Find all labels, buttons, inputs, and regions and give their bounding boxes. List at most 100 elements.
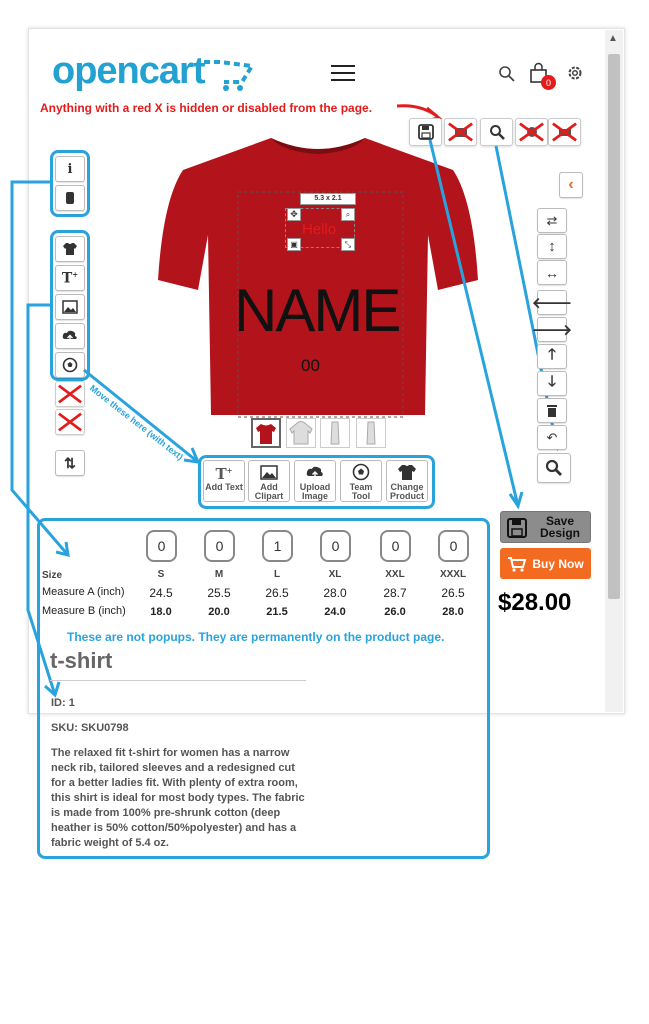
info-icon: i xyxy=(67,161,73,177)
measure-a-l: 26.5 xyxy=(265,586,289,600)
add-text-tool[interactable]: T+ Add Text xyxy=(203,460,245,502)
hidden-left-button-2 xyxy=(55,409,85,435)
stretch-horizontal-button[interactable]: ↔ xyxy=(537,260,567,285)
product-button[interactable] xyxy=(55,236,85,262)
tshirt-icon xyxy=(63,243,77,255)
magnifier-icon xyxy=(545,459,562,476)
change-product-label: Change Product xyxy=(389,482,424,501)
text-icon: T+ xyxy=(61,269,79,287)
arrow-down-icon: 🡓 xyxy=(548,373,556,390)
magnifier-icon xyxy=(489,125,505,140)
upload-icon xyxy=(62,330,77,342)
move-down-button[interactable]: 🡓 xyxy=(537,371,567,396)
move-left-button[interactable]: 🡐 xyxy=(532,290,572,315)
add-clipart-tool[interactable]: Add Clipart xyxy=(248,460,290,502)
upload-icon xyxy=(306,466,323,479)
ball-icon xyxy=(62,357,78,373)
size-header-xxl: XXL xyxy=(385,569,405,580)
arrow-right-icon: 🡒 xyxy=(531,322,573,339)
scrollbar[interactable]: ▲ xyxy=(605,30,623,712)
add-clipart-label: Add Clipart xyxy=(254,482,284,501)
measure-b-label: Measure B (inch) xyxy=(42,605,126,617)
resize-handle-icon[interactable]: ⤡ xyxy=(341,238,355,251)
team-button[interactable] xyxy=(55,352,85,378)
move-handle-icon[interactable]: ✥ xyxy=(287,208,301,221)
chevron-left-icon: ‹ xyxy=(568,176,574,193)
team-tool-label: Team Tool xyxy=(349,482,373,501)
measure-b-m: 20.0 xyxy=(208,606,230,618)
upload-image-label: Upload Image xyxy=(299,482,331,501)
size-header-m: M xyxy=(214,569,224,580)
undo-button[interactable]: ↶ xyxy=(537,425,567,450)
gear-icon[interactable] xyxy=(566,64,584,82)
arrow-up-icon: 🡑 xyxy=(548,346,556,363)
measure-a-xl: 28.0 xyxy=(323,586,347,600)
buy-now-button[interactable]: Buy Now xyxy=(500,548,591,579)
info-button[interactable]: i xyxy=(55,156,85,182)
menu-icon[interactable] xyxy=(331,65,355,83)
scroll-up-icon[interactable]: ▲ xyxy=(608,33,618,44)
move-up-button[interactable]: 🡑 xyxy=(537,344,567,369)
delete-button[interactable] xyxy=(537,398,567,423)
size-row-label: Size xyxy=(42,570,63,581)
name-text[interactable]: NAME xyxy=(238,276,404,346)
qty-xxl[interactable]: 0 xyxy=(380,530,411,562)
search-icon[interactable] xyxy=(498,65,516,83)
qty-l[interactable]: 1 xyxy=(262,530,293,562)
thumb-hoodie[interactable] xyxy=(286,418,316,448)
layers-icon xyxy=(66,192,74,204)
red-x-icon xyxy=(58,412,82,432)
measure-a-m: 25.5 xyxy=(207,586,231,600)
clipart-button[interactable] xyxy=(55,294,85,320)
text-button[interactable]: T+ xyxy=(55,265,85,291)
zoom-button[interactable] xyxy=(480,118,513,146)
thumb-side-1[interactable] xyxy=(320,418,350,448)
save-design-button[interactable]: Save Design xyxy=(500,511,591,543)
qty-s[interactable]: 0 xyxy=(146,530,177,562)
measure-b-xxxl: 28.0 xyxy=(442,606,464,618)
red-x-icon xyxy=(58,384,82,404)
undo-icon: ↶ xyxy=(546,429,558,445)
measure-a-label: Measure A (inch) xyxy=(42,586,125,598)
swap-button[interactable]: ⇄ xyxy=(537,208,567,233)
qty-m[interactable]: 0 xyxy=(204,530,235,562)
thumb-side-2[interactable] xyxy=(356,418,386,448)
cart-icon xyxy=(508,556,527,572)
measure-b-xxl: 26.0 xyxy=(384,606,406,618)
logo-cart-icon xyxy=(204,60,256,91)
thumb-front-red[interactable] xyxy=(251,418,281,448)
zoom-handle-icon[interactable]: ⌕ xyxy=(341,208,355,221)
logo[interactable]: opencart xyxy=(52,50,205,93)
hello-text[interactable]: Hello xyxy=(302,221,336,238)
scroll-thumb[interactable] xyxy=(608,54,620,599)
product-id: ID: 1 xyxy=(51,697,75,709)
qty-xxxl[interactable]: 0 xyxy=(438,530,469,562)
zoom-right-button[interactable] xyxy=(537,453,571,483)
save-label-line2: Design xyxy=(539,526,580,540)
number-text[interactable]: 00 xyxy=(301,356,320,376)
move-right-button[interactable]: 🡒 xyxy=(532,317,572,342)
text-icon: T+ xyxy=(215,464,233,483)
size-header-s: S xyxy=(157,569,165,580)
delete-handle-icon[interactable]: ▣ xyxy=(287,238,301,251)
upload-image-tool[interactable]: Upload Image xyxy=(294,460,336,502)
size-label: 5.3 x 2.1 xyxy=(300,193,356,205)
team-tool[interactable]: Team Tool xyxy=(340,460,382,502)
tshirt-canvas[interactable] xyxy=(153,130,483,420)
layers-button[interactable] xyxy=(55,185,85,211)
size-header-l: L xyxy=(273,569,281,580)
measure-a-s: 24.5 xyxy=(149,586,173,600)
upload-button[interactable] xyxy=(55,323,85,349)
trash-icon xyxy=(547,404,557,417)
sort-layers-button[interactable]: ⇅ xyxy=(55,450,85,476)
ball-icon xyxy=(352,463,370,481)
logo-text: opencart xyxy=(52,50,205,92)
collapse-panel-button[interactable]: ‹ xyxy=(559,172,583,198)
change-product-tool[interactable]: Change Product xyxy=(386,460,428,502)
buy-now-label: Buy Now xyxy=(532,556,584,571)
not-popups-note: These are not popups. They are permanent… xyxy=(67,630,445,644)
product-title: t-shirt xyxy=(50,648,306,681)
measure-b-l: 21.5 xyxy=(266,606,288,618)
stretch-vertical-button[interactable]: ↕ xyxy=(537,234,567,259)
qty-xl[interactable]: 0 xyxy=(320,530,351,562)
